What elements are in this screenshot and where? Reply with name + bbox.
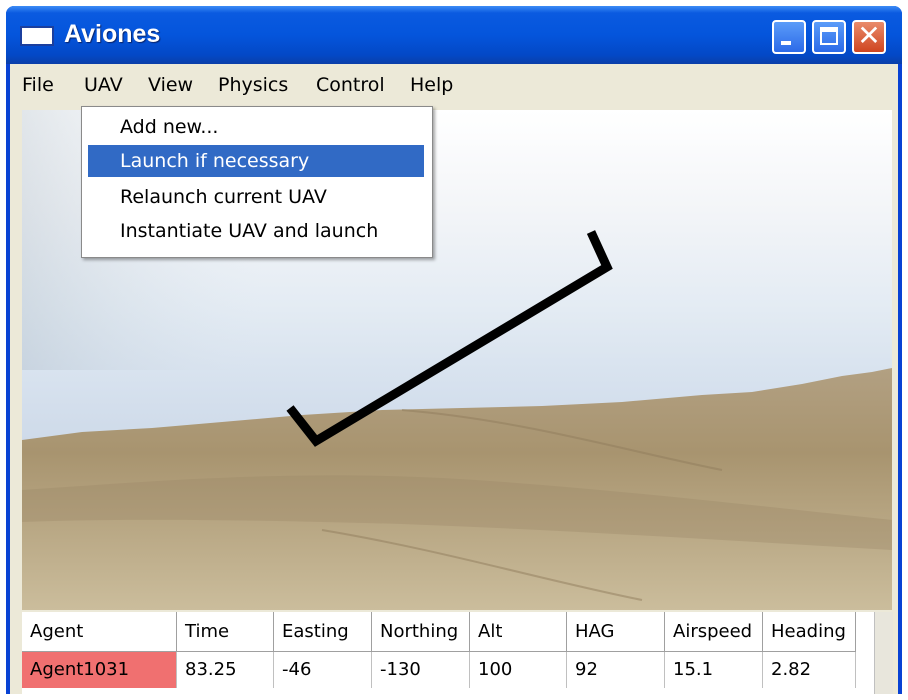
column-header-heading[interactable]: Heading xyxy=(763,612,856,652)
menu-help[interactable]: Help xyxy=(404,64,459,106)
maximize-button[interactable] xyxy=(812,20,846,54)
app-window-icon xyxy=(20,26,54,46)
menu-control[interactable]: Control xyxy=(310,64,391,106)
cell-northing: -130 xyxy=(372,652,470,688)
column-header-time[interactable]: Time xyxy=(177,612,274,652)
menu-view[interactable]: View xyxy=(142,64,199,106)
table-header: Agent Time Easting Northing Alt HAG Airs… xyxy=(22,612,874,652)
menu-item-launch-if-necessary[interactable]: Launch if necessary xyxy=(88,145,424,177)
cell-airspeed: 15.1 xyxy=(665,652,763,688)
cell-easting: -46 xyxy=(274,652,372,688)
agent-table: Agent Time Easting Northing Alt HAG Airs… xyxy=(22,612,893,694)
minimize-button[interactable] xyxy=(772,20,806,54)
column-header-agent[interactable]: Agent xyxy=(22,612,177,652)
close-button[interactable]: ✕ xyxy=(852,19,886,54)
menu-item-instantiate-uav-and-launch[interactable]: Instantiate UAV and launch xyxy=(88,215,424,247)
minimize-icon xyxy=(781,41,791,45)
table-scrollbar[interactable] xyxy=(874,612,893,694)
cell-alt: 100 xyxy=(470,652,567,688)
app-window: Aviones ✕ File UAV View Physics Control … xyxy=(6,6,902,694)
column-header-alt[interactable]: Alt xyxy=(470,612,567,652)
cell-time: 83.25 xyxy=(177,652,274,688)
column-header-hag[interactable]: HAG xyxy=(567,612,665,652)
menu-item-relaunch-current-uav[interactable]: Relaunch current UAV xyxy=(88,181,424,213)
column-header-easting[interactable]: Easting xyxy=(274,612,372,652)
cell-agent[interactable]: Agent1031 xyxy=(22,652,177,688)
uav-dropdown-menu: Add new... Launch if necessary Relaunch … xyxy=(81,106,433,258)
menu-bar: File UAV View Physics Control Help xyxy=(10,64,898,106)
title-bar[interactable]: Aviones ✕ xyxy=(6,6,902,64)
close-icon: ✕ xyxy=(857,19,881,52)
column-header-northing[interactable]: Northing xyxy=(372,612,470,652)
cell-hag: 92 xyxy=(567,652,665,688)
menu-physics[interactable]: Physics xyxy=(212,64,294,106)
window-title: Aviones xyxy=(64,20,161,48)
client-area: File UAV View Physics Control Help Add n… xyxy=(10,64,898,694)
cell-heading: 2.82 xyxy=(763,652,856,688)
menu-uav[interactable]: UAV xyxy=(78,64,129,106)
maximize-icon xyxy=(820,27,838,45)
column-header-airspeed[interactable]: Airspeed xyxy=(665,612,763,652)
menu-file[interactable]: File xyxy=(16,64,60,106)
menu-item-add-new[interactable]: Add new... xyxy=(88,111,424,143)
